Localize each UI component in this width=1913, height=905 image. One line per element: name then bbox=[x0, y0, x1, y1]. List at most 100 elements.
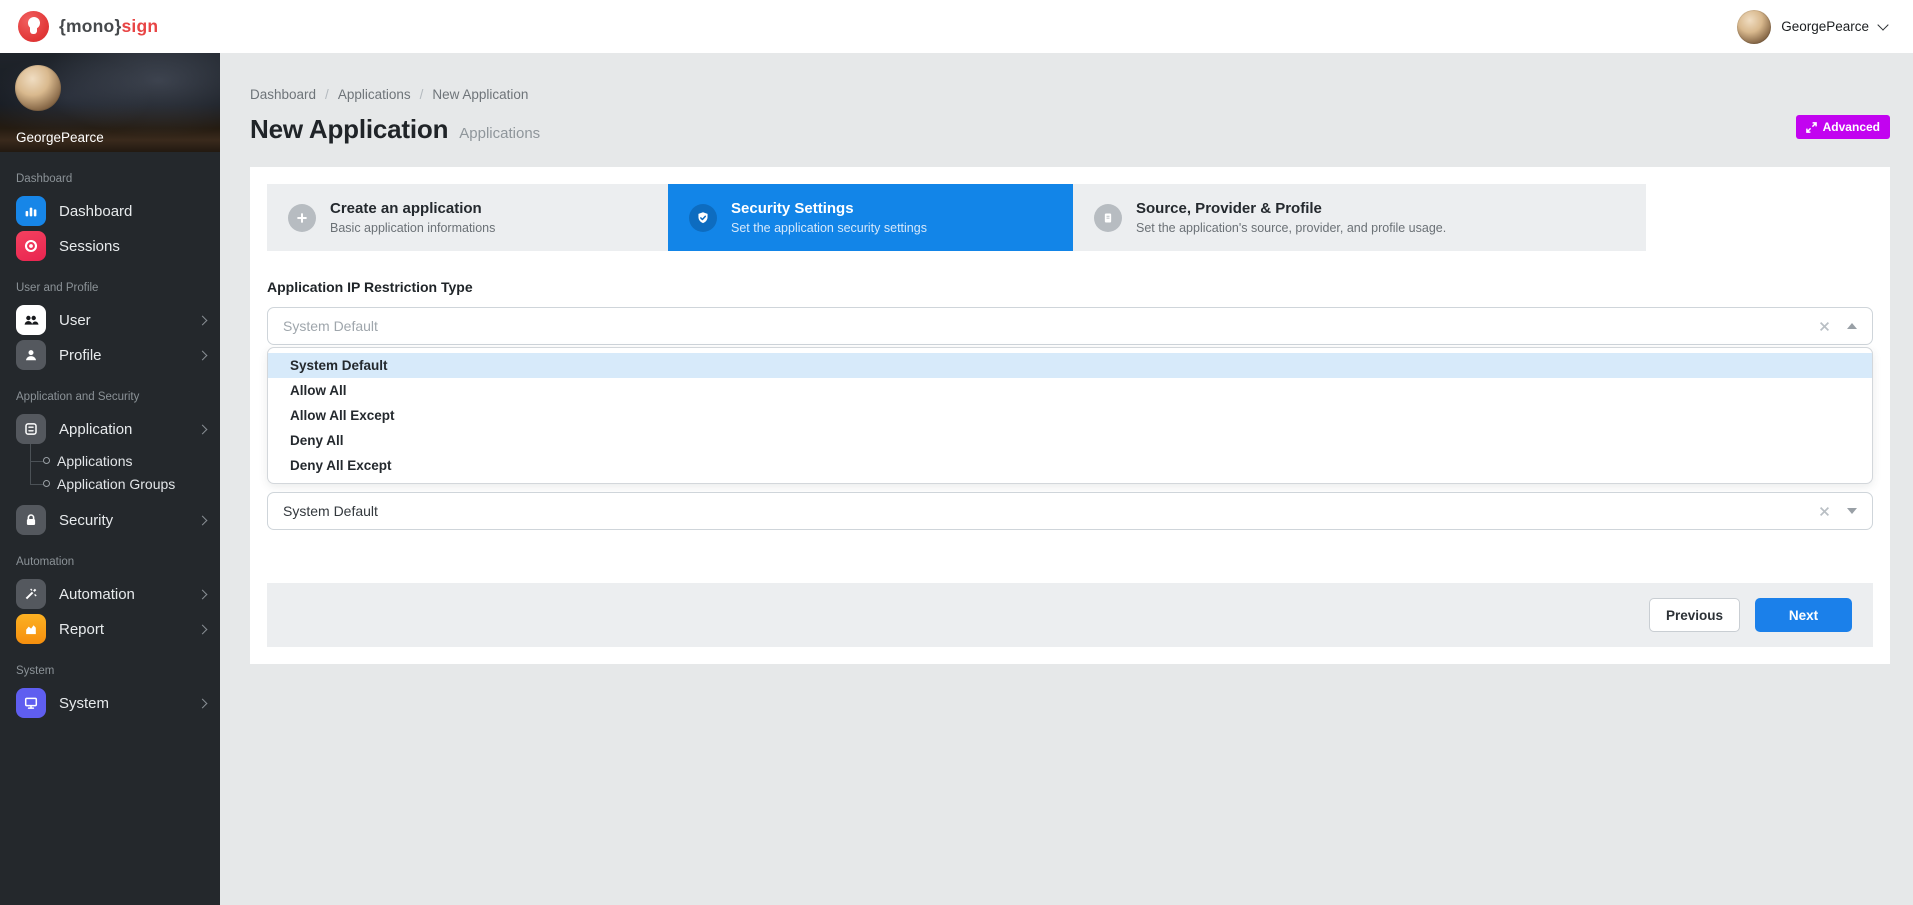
person-icon bbox=[16, 340, 46, 370]
breadcrumb-new-application[interactable]: New Application bbox=[432, 87, 528, 102]
step-security-settings[interactable]: Security Settings Set the application se… bbox=[668, 184, 1073, 251]
dropdown-option-system-default[interactable]: System Default bbox=[268, 353, 1872, 378]
step-subtitle: Set the application's source, provider, … bbox=[1136, 220, 1447, 235]
plus-icon bbox=[288, 203, 316, 232]
record-icon bbox=[16, 231, 46, 261]
sidebar-item-sessions[interactable]: Sessions bbox=[0, 229, 220, 263]
chevron-right-icon bbox=[197, 424, 208, 434]
step-create-an-application[interactable]: Create an application Basic application … bbox=[267, 184, 668, 251]
archive-icon bbox=[16, 414, 46, 444]
chevron-right-icon bbox=[197, 515, 208, 525]
sidebar-item-security[interactable]: Security bbox=[0, 503, 220, 537]
sidebar-item-user[interactable]: User bbox=[0, 303, 220, 337]
sidebar-item-label: User bbox=[59, 311, 91, 329]
ip-restriction-select-open[interactable]: System Default bbox=[267, 307, 1873, 345]
clear-x-icon[interactable] bbox=[1819, 321, 1830, 332]
caret-up-icon[interactable] bbox=[1847, 323, 1857, 329]
step-source-provider-profile[interactable]: Source, Provider & Profile Set the appli… bbox=[1073, 184, 1646, 251]
brand-name-right: sign bbox=[121, 16, 159, 36]
nav-section-label-system: System bbox=[16, 665, 55, 677]
sidebar-item-label: Profile bbox=[59, 346, 102, 364]
chevron-right-icon bbox=[197, 624, 208, 634]
monitor-icon bbox=[16, 688, 46, 718]
wand-icon bbox=[16, 579, 46, 609]
user-name: GeorgePearce bbox=[1781, 19, 1869, 34]
subtree-item-label: Application Groups bbox=[57, 475, 176, 492]
sidebar-item-label: System bbox=[59, 694, 110, 712]
next-button[interactable]: Next bbox=[1755, 598, 1852, 632]
previous-button[interactable]: Previous bbox=[1649, 598, 1740, 632]
sidebar-item-application-groups[interactable]: Application Groups bbox=[30, 472, 220, 495]
sidebar-item-label: Application bbox=[59, 420, 133, 438]
sidebar-item-label: Dashboard bbox=[59, 202, 133, 220]
user-avatar bbox=[1737, 9, 1772, 44]
dropdown-option-deny-all[interactable]: Deny All bbox=[268, 428, 1872, 453]
expand-arrows-icon bbox=[1805, 121, 1817, 133]
sidebar-item-dashboard[interactable]: Dashboard bbox=[0, 194, 220, 228]
advanced-button-label: Advanced bbox=[1822, 120, 1880, 134]
sidebar-item-system[interactable]: System bbox=[0, 686, 220, 720]
advanced-button[interactable]: Advanced bbox=[1795, 115, 1890, 139]
sidebar-profile-cover[interactable]: GeorgePearce bbox=[0, 53, 220, 152]
sidebar-avatar bbox=[15, 65, 61, 111]
secondary-select-closed[interactable]: System Default bbox=[267, 492, 1873, 530]
sidebar-item-label: Automation bbox=[59, 585, 135, 603]
nav-section-label-application-security: Application and Security bbox=[16, 391, 140, 403]
page-header: New Application Applications Advanced bbox=[250, 114, 1890, 145]
page-subtitle: Applications bbox=[459, 125, 541, 142]
breadcrumb-applications[interactable]: Applications bbox=[338, 87, 411, 102]
subtree-item-label: Applications bbox=[57, 452, 133, 469]
lock-icon bbox=[16, 505, 46, 535]
chevron-right-icon bbox=[197, 350, 208, 360]
document-icon bbox=[1094, 203, 1122, 232]
step-subtitle: Basic application informations bbox=[330, 220, 496, 235]
sidebar-item-application[interactable]: Application bbox=[0, 412, 220, 446]
step-title: Create an application bbox=[330, 200, 482, 218]
main-content: Dashboard / Applications / New Applicati… bbox=[220, 53, 1913, 905]
chevron-down-icon bbox=[1877, 18, 1889, 31]
brand-name-left: {mono} bbox=[59, 16, 122, 36]
nav-section-label-automation: Automation bbox=[16, 556, 75, 568]
chevron-right-icon bbox=[197, 315, 208, 325]
sidebar: GeorgePearce Dashboard Dashboard Session… bbox=[0, 53, 220, 905]
chevron-right-icon bbox=[197, 698, 208, 708]
sidebar-item-automation[interactable]: Automation bbox=[0, 577, 220, 611]
ip-restriction-dropdown: System Default Allow All Allow All Excep… bbox=[267, 347, 1873, 484]
select-value: System Default bbox=[283, 503, 378, 519]
dropdown-option-allow-all[interactable]: Allow All bbox=[268, 378, 1872, 403]
step-subtitle: Set the application security settings bbox=[731, 220, 927, 235]
dropdown-option-allow-all-except[interactable]: Allow All Except bbox=[268, 403, 1872, 428]
report-chart-icon bbox=[16, 614, 46, 644]
nav-section-label-user-profile: User and Profile bbox=[16, 282, 99, 294]
wizard-steps: Create an application Basic application … bbox=[267, 184, 1646, 251]
field-label-ip-restriction-type: Application IP Restriction Type bbox=[267, 279, 473, 295]
step-title: Security Settings bbox=[731, 200, 854, 218]
step-title: Source, Provider & Profile bbox=[1136, 200, 1322, 218]
dropdown-option-deny-all-except[interactable]: Deny All Except bbox=[268, 453, 1872, 478]
page-title: New Application bbox=[250, 114, 449, 144]
user-menu[interactable]: GeorgePearce bbox=[1737, 9, 1889, 44]
new-application-card: Create an application Basic application … bbox=[250, 167, 1890, 664]
topbar: {mono}sign GeorgePearce bbox=[0, 0, 1913, 53]
breadcrumb-separator: / bbox=[325, 87, 329, 102]
sidebar-item-profile[interactable]: Profile bbox=[0, 338, 220, 372]
brand-name: {mono}sign bbox=[59, 16, 158, 37]
monosign-logo-icon bbox=[18, 11, 49, 42]
clear-x-icon[interactable] bbox=[1819, 506, 1830, 517]
bar-chart-icon bbox=[16, 196, 46, 226]
brand-logo[interactable]: {mono}sign bbox=[18, 11, 158, 42]
breadcrumb: Dashboard / Applications / New Applicati… bbox=[250, 87, 1890, 102]
application-subtree: Applications Application Groups bbox=[30, 444, 220, 495]
breadcrumb-dashboard[interactable]: Dashboard bbox=[250, 87, 316, 102]
breadcrumb-separator: / bbox=[419, 87, 424, 102]
sidebar-item-applications[interactable]: Applications bbox=[30, 449, 220, 472]
sidebar-nav: Dashboard Dashboard Sessions User and Pr… bbox=[0, 152, 220, 720]
select-placeholder: System Default bbox=[283, 318, 378, 334]
caret-down-icon[interactable] bbox=[1847, 508, 1857, 514]
wizard-footer: Previous Next bbox=[267, 583, 1873, 647]
sidebar-profile-name: GeorgePearce bbox=[16, 130, 104, 145]
shield-check-icon bbox=[689, 203, 717, 232]
sidebar-item-report[interactable]: Report bbox=[0, 612, 220, 646]
sidebar-item-label: Security bbox=[59, 511, 114, 529]
users-icon bbox=[16, 305, 46, 335]
